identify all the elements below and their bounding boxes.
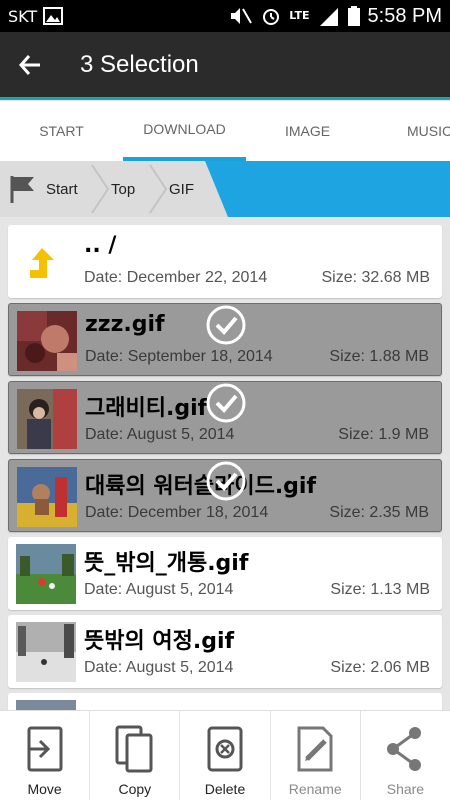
flag-icon [10, 176, 34, 203]
breadcrumb: Start Top GIF [0, 161, 450, 217]
tab-label: IMAGE [284, 123, 331, 139]
file-row[interactable]: 대륙의 워터슬라이드.gif Date: December 18, 2014 S… [8, 459, 442, 532]
mute-icon [231, 8, 253, 24]
back-button[interactable] [0, 31, 60, 99]
network-type-label: LTE [289, 9, 310, 22]
file-name: .. / [84, 233, 117, 258]
tab-start[interactable]: START [0, 101, 123, 161]
clock: 5:58 PM [367, 4, 442, 27]
alarm-icon [263, 9, 280, 25]
breadcrumb-gif[interactable]: GIF [169, 161, 194, 217]
file-date: Date: September 18, 2014 [85, 348, 273, 365]
tab-download[interactable]: DOWNLOAD [123, 101, 246, 161]
status-bar: SKT LTE 5:58 PM [0, 0, 450, 32]
selected-check-icon [206, 461, 246, 501]
folder-up-icon [30, 248, 54, 278]
breadcrumb-top[interactable]: Top [111, 161, 135, 217]
tab-bar: START DOWNLOAD IMAGE MUSIC [0, 101, 450, 161]
move-icon [27, 726, 63, 772]
image-thumbnail [17, 389, 77, 449]
move-button[interactable]: Move [0, 711, 91, 800]
file-date: Date: December 22, 2014 [84, 269, 268, 286]
battery-icon [347, 6, 360, 26]
file-date: Date: December 18, 2014 [85, 504, 269, 521]
share-icon [387, 727, 422, 771]
selection-title: 3 Selection [80, 50, 199, 78]
file-row[interactable]: 그래비티.gif Date: August 5, 2014 Size: 1.9 … [8, 381, 442, 454]
delete-button[interactable]: Delete [180, 711, 271, 800]
file-size: Size: 1.88 MB [329, 348, 429, 365]
file-size: Size: 1.9 MB [338, 426, 429, 443]
file-name: 뜻밖의 여정.gif [84, 629, 235, 654]
file-row-parent[interactable]: .. / Date: December 22, 2014 Size: 32.68… [8, 225, 442, 298]
file-date: Date: August 5, 2014 [84, 581, 234, 598]
gallery-notification-icon [43, 7, 64, 25]
delete-label: Delete [204, 781, 246, 797]
rename-icon [297, 726, 333, 772]
file-row[interactable]: zzz.gif Date: September 18, 2014 Size: 1… [8, 303, 442, 376]
file-date: Date: August 5, 2014 [85, 426, 235, 443]
back-arrow-icon [18, 54, 40, 75]
image-thumbnail [17, 311, 77, 371]
copy-label: Copy [118, 781, 152, 797]
selected-check-icon [206, 305, 246, 345]
copy-button[interactable]: Copy [90, 711, 181, 800]
image-thumbnail [16, 544, 76, 604]
tab-label: DOWNLOAD [143, 121, 226, 137]
delete-icon [207, 726, 243, 772]
share-button[interactable]: Share [361, 711, 450, 800]
image-thumbnail [16, 622, 76, 682]
file-size: Size: 2.06 MB [330, 659, 430, 676]
share-label: Share [386, 781, 425, 797]
copy-icon [115, 725, 153, 773]
file-name: 대륙의 워터슬라이드.gif [85, 474, 317, 499]
tab-label: START [39, 123, 84, 139]
signal-icon [319, 8, 338, 26]
bottom-action-bar: Move Copy Delete Rename Share [0, 710, 450, 800]
carrier-label: SKT [8, 6, 38, 26]
file-row[interactable]: 뜻밖의 여정.gif Date: August 5, 2014 Size: 2.… [8, 615, 442, 688]
image-thumbnail [17, 467, 77, 527]
action-bar: 3 Selection [0, 32, 450, 100]
breadcrumb-start[interactable]: Start [46, 161, 78, 217]
file-name: zzz.gif [85, 312, 165, 337]
selected-check-icon [206, 383, 246, 423]
file-name: 뜻_밖의_개통.gif [84, 551, 249, 576]
file-date: Date: August 5, 2014 [84, 659, 234, 676]
file-size: Size: 1.13 MB [330, 581, 430, 598]
file-name: 그래비티.gif [85, 396, 208, 421]
tab-music[interactable]: MUSIC [369, 101, 450, 161]
tab-label: MUSIC [407, 123, 450, 139]
file-size: Size: 2.35 MB [329, 504, 429, 521]
rename-label: Rename [288, 781, 342, 797]
file-list: .. / Date: December 22, 2014 Size: 32.68… [8, 225, 442, 718]
file-row[interactable]: 뜻_밖의_개통.gif Date: August 5, 2014 Size: 1… [8, 537, 442, 610]
move-label: Move [27, 781, 62, 797]
file-size: Size: 32.68 MB [321, 269, 431, 286]
rename-button[interactable]: Rename [271, 711, 361, 800]
tab-image[interactable]: IMAGE [246, 101, 369, 161]
